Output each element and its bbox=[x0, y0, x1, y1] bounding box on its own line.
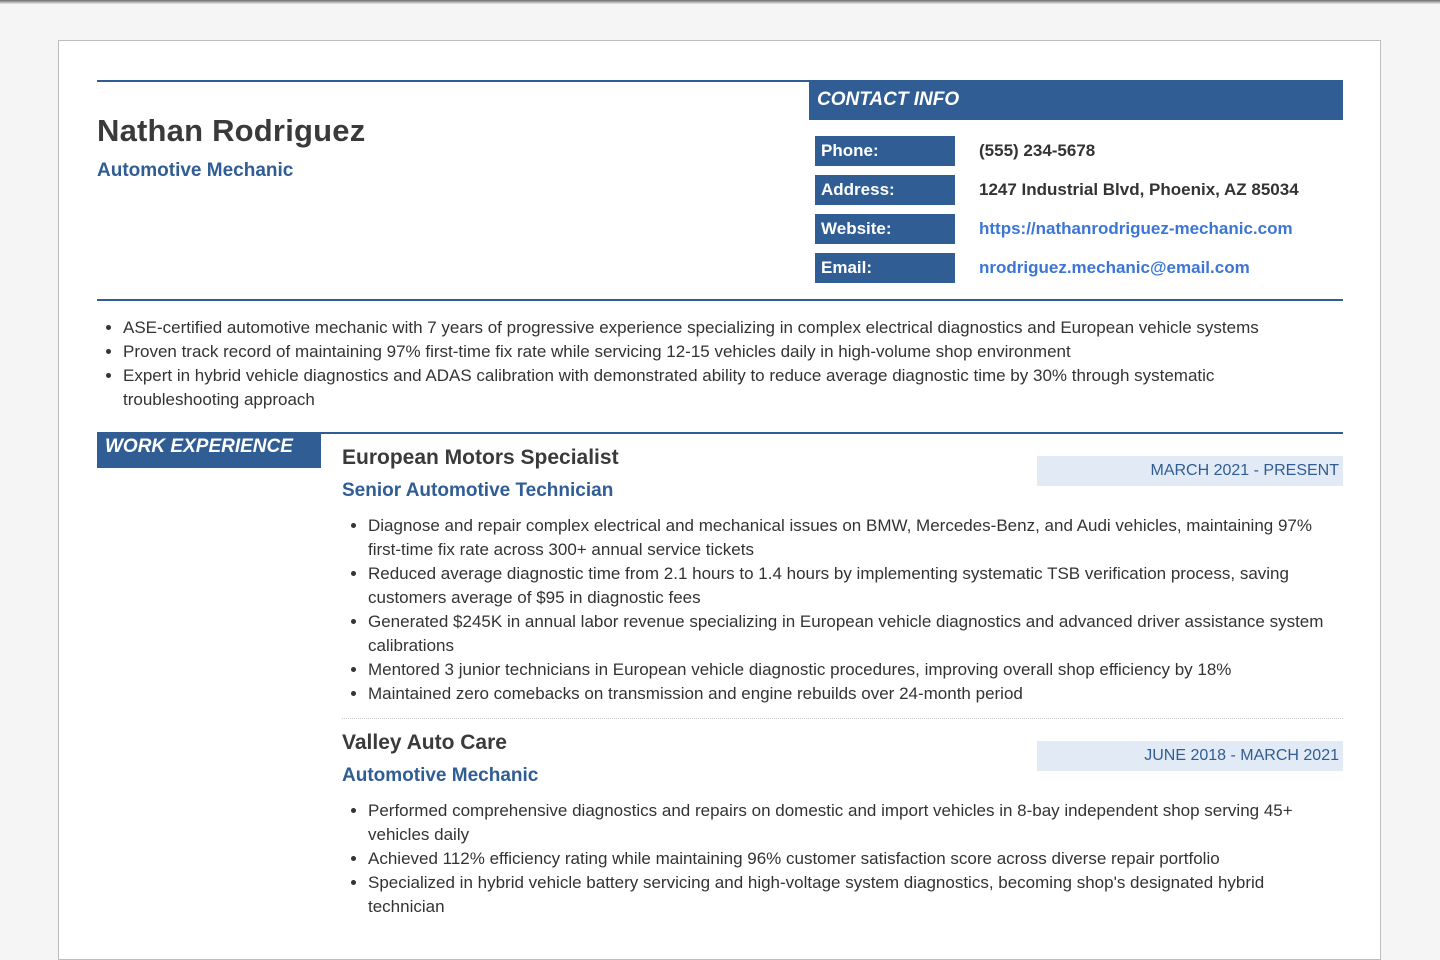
job-list: European Motors Specialist MARCH 2021 - … bbox=[342, 434, 1343, 931]
contact-row-phone: Phone: (555) 234-5678 bbox=[809, 120, 1343, 166]
job-entry: Valley Auto Care JUNE 2018 - MARCH 2021 … bbox=[342, 718, 1343, 919]
job-entry: European Motors Specialist MARCH 2021 - … bbox=[342, 434, 1343, 706]
contact-label-email: Email: bbox=[815, 253, 955, 283]
resume-content: Nathan Rodriguez Automotive Mechanic CON… bbox=[97, 80, 1343, 954]
job-bullet: Diagnose and repair complex electrical a… bbox=[368, 514, 1343, 562]
contact-info-title: CONTACT INFO bbox=[809, 80, 1343, 120]
summary-item: Proven track record of maintaining 97% f… bbox=[123, 340, 1343, 364]
candidate-name: Nathan Rodriguez bbox=[97, 113, 366, 148]
job-bullet: Generated $245K in annual labor revenue … bbox=[368, 610, 1343, 658]
email-link[interactable]: nrodriguez.mechanic@email.com bbox=[979, 253, 1250, 283]
job-dates: MARCH 2021 - PRESENT bbox=[1037, 456, 1343, 486]
candidate-headline: Automotive Mechanic bbox=[97, 160, 294, 181]
contact-info-panel: CONTACT INFO Phone: (555) 234-5678 Addre… bbox=[809, 80, 1343, 283]
contact-row-address: Address: 1247 Industrial Blvd, Phoenix, … bbox=[809, 159, 1343, 205]
job-bullet: Performed comprehensive diagnostics and … bbox=[368, 799, 1343, 847]
window-top-edge bbox=[0, 0, 1440, 4]
job-bullets: Diagnose and repair complex electrical a… bbox=[342, 514, 1343, 706]
contact-row-email: Email: nrodriguez.mechanic@email.com bbox=[809, 237, 1343, 283]
resume-page: Nathan Rodriguez Automotive Mechanic CON… bbox=[58, 40, 1381, 960]
summary-item: Expert in hybrid vehicle diagnostics and… bbox=[123, 364, 1343, 412]
job-bullets: Performed comprehensive diagnostics and … bbox=[342, 799, 1343, 919]
header-divider bbox=[97, 299, 1343, 301]
summary-list: ASE-certified automotive mechanic with 7… bbox=[97, 301, 1343, 412]
summary-item: ASE-certified automotive mechanic with 7… bbox=[123, 316, 1343, 340]
resume-header: Nathan Rodriguez Automotive Mechanic CON… bbox=[97, 80, 1343, 301]
contact-row-website: Website: https://nathanrodriguez-mechani… bbox=[809, 198, 1343, 244]
job-dates: JUNE 2018 - MARCH 2021 bbox=[1037, 741, 1343, 771]
work-experience-heading: WORK EXPERIENCE bbox=[97, 432, 321, 468]
job-bullet: Achieved 112% efficiency rating while ma… bbox=[368, 847, 1343, 871]
job-bullet: Mentored 3 junior technicians in Europea… bbox=[368, 658, 1343, 682]
job-bullet: Specialized in hybrid vehicle battery se… bbox=[368, 871, 1343, 919]
work-experience-section: WORK EXPERIENCE European Motors Speciali… bbox=[97, 432, 1343, 954]
job-bullet: Maintained zero comebacks on transmissio… bbox=[368, 682, 1343, 706]
job-bullet: Reduced average diagnostic time from 2.1… bbox=[368, 562, 1343, 610]
